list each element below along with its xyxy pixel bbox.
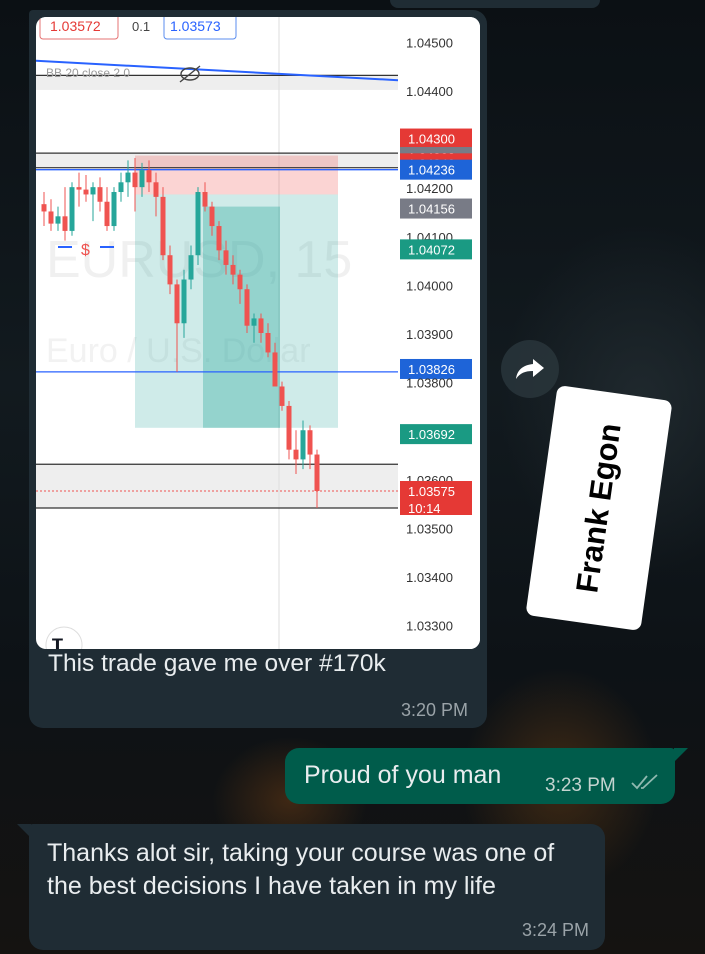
candle-body <box>125 172 131 183</box>
candle-body <box>188 255 194 280</box>
message-text: Proud of you man <box>304 761 502 789</box>
candle-body <box>118 182 124 193</box>
price-tag-label: 1.03692 <box>408 427 455 442</box>
outgoing-message[interactable]: Proud of you man 3:23 PM <box>285 748 675 804</box>
chart-screenshot[interactable]: EURUSD, 15Euro / U.S. Dollar$1.045001.04… <box>36 17 480 649</box>
forward-button[interactable] <box>501 340 559 398</box>
toolbar-buy-price: 1.03573 <box>170 18 221 34</box>
candle-body <box>293 449 299 460</box>
candle-body <box>167 255 173 285</box>
tradingview-logo-mark: 𝗧 <box>52 637 63 649</box>
message-text: This trade gave me over #170k <box>48 650 386 677</box>
toolbar-sell-price: 1.03572 <box>50 18 101 34</box>
candle-body <box>55 216 61 224</box>
candle-body <box>104 201 110 227</box>
message-time: 3:20 PM <box>400 700 468 720</box>
message-time: 3:24 PM <box>521 920 589 940</box>
message-text: Thanks alot sir, taking your course was … <box>47 839 555 900</box>
price-tag-label: 1.03575 <box>408 484 455 499</box>
price-tag-label: 1.04300 <box>408 132 455 147</box>
stop-loss-zone <box>135 155 338 195</box>
candle-body <box>314 454 320 491</box>
price-axis-label: 1.04000 <box>406 278 453 293</box>
price-axis-label: 1.03900 <box>406 327 453 342</box>
price-axis-label: 1.03800 <box>406 376 453 391</box>
candle-body <box>300 430 306 460</box>
candlestick-chart: EURUSD, 15Euro / U.S. Dollar$1.045001.04… <box>36 17 480 649</box>
price-tag-label: 1.04236 <box>408 163 455 178</box>
countdown-label: 10:14 <box>408 501 441 516</box>
candle-body <box>223 250 229 265</box>
candle-body <box>209 206 215 227</box>
price-axis-label: 1.03300 <box>406 619 453 634</box>
candle-body <box>216 226 222 251</box>
candle-body <box>146 170 152 183</box>
candle-body <box>265 333 271 353</box>
candle-body <box>76 187 82 190</box>
profit-progress-zone <box>203 206 280 428</box>
candle-body <box>111 192 117 227</box>
candle-body <box>237 274 243 290</box>
incoming-message[interactable]: Thanks alot sir, taking your course was … <box>29 824 605 950</box>
candle-body <box>174 284 180 324</box>
candle-body <box>230 264 236 275</box>
dollar-marker-icon: $ <box>81 242 90 259</box>
candle-body <box>48 211 54 224</box>
candle-body <box>307 430 313 455</box>
candle-body <box>195 192 201 256</box>
indicator-legend: BB 20 close 2 0 <box>46 66 130 80</box>
outgoing-bubble-tail <box>674 748 688 762</box>
candle-body <box>139 170 145 188</box>
price-tag-label: 1.04156 <box>408 202 455 217</box>
incoming-image-message[interactable]: EURUSD, 15Euro / U.S. Dollar$1.045001.04… <box>29 10 487 728</box>
candle-body <box>202 192 208 207</box>
candle-body <box>97 187 103 202</box>
candle-body <box>251 318 257 326</box>
watermark-sticker: Frank Egon <box>525 385 673 631</box>
double-check-icon <box>631 774 658 790</box>
price-tag-label: 1.04072 <box>408 242 455 257</box>
price-axis-label: 1.03500 <box>406 521 453 536</box>
forward-arrow-icon <box>516 359 544 379</box>
candle-body <box>153 182 159 197</box>
price-axis-label: 1.04500 <box>406 35 453 50</box>
candle-body <box>41 204 47 212</box>
candle-body <box>286 405 292 450</box>
candle-body <box>181 279 187 324</box>
price-axis-label: 1.04400 <box>406 84 453 99</box>
candle-body <box>83 189 89 195</box>
candle-body <box>279 386 285 406</box>
candle-body <box>90 187 96 195</box>
price-axis-label: 1.03400 <box>406 570 453 585</box>
previous-bubble-edge <box>390 0 600 8</box>
candle-body <box>244 289 250 326</box>
price-axis-label: 1.04200 <box>406 181 453 196</box>
toolbar-quantity: 0.1 <box>132 19 150 34</box>
candle-body <box>69 187 75 231</box>
message-time: 3:23 PM <box>545 775 616 796</box>
candle-body <box>160 196 166 256</box>
candle-body <box>272 352 278 387</box>
candle-body <box>62 216 68 231</box>
candle-body <box>258 318 264 333</box>
candle-body <box>132 172 138 188</box>
support-zone <box>36 464 398 509</box>
